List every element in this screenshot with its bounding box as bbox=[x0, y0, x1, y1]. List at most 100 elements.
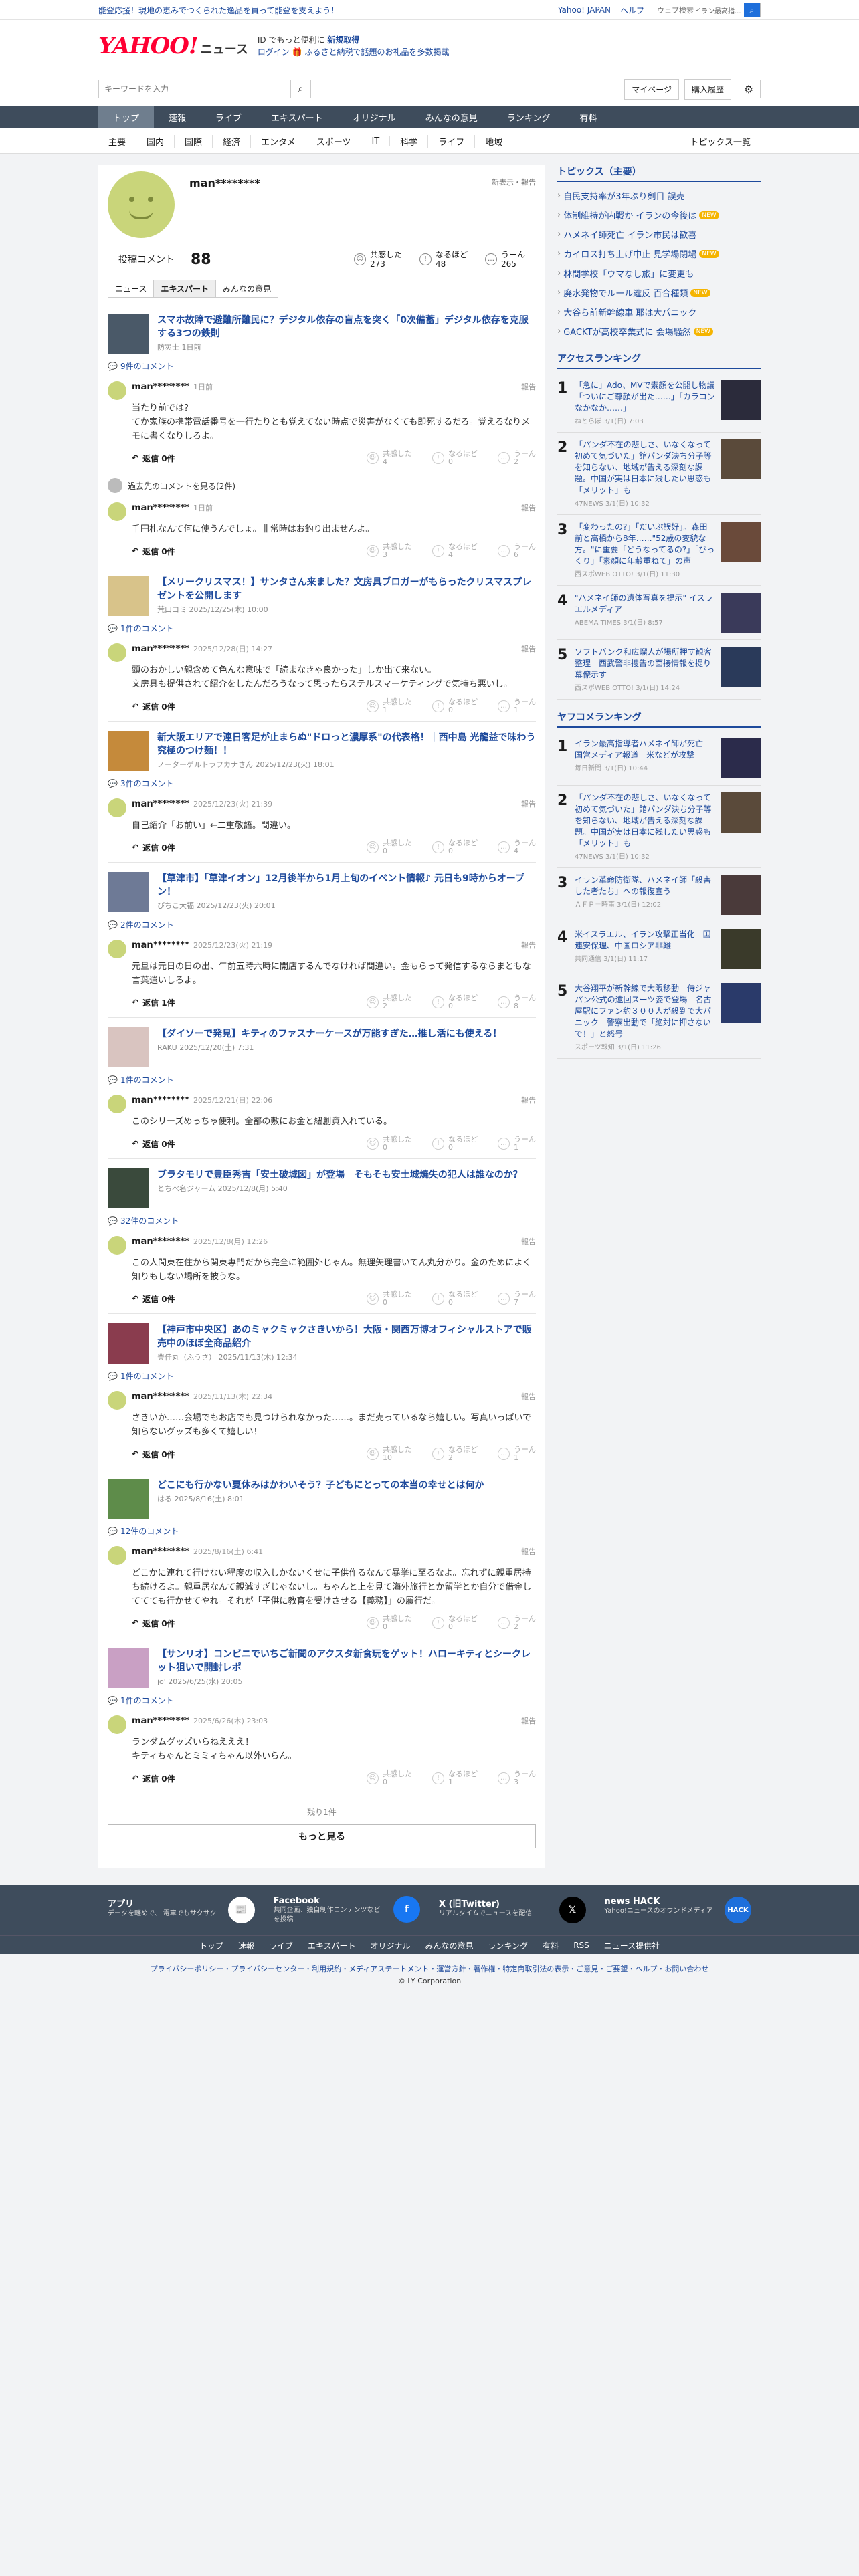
react-uun-button[interactable]: … うーん 1 bbox=[498, 698, 536, 714]
comment-count-link[interactable]: 💬 1件のコメント bbox=[108, 1370, 536, 1382]
comment-count-link[interactable]: 💬 2件のコメント bbox=[108, 919, 536, 930]
rank-title[interactable]: 「急に」Ado、MVで素顔を公開し物議「ついにご尊顔が出た……」「カラコンなかな… bbox=[575, 380, 715, 414]
promo-link[interactable]: 能登応援！現地の恵みでつくられた逸品を買って能登を支えよう！ bbox=[98, 5, 558, 16]
react-empathy-button[interactable]: ☺ 共感した 0 bbox=[367, 1770, 412, 1786]
commenter-name[interactable]: man******** bbox=[132, 1095, 189, 1105]
article[interactable]: 【草津市】「草津イオン」12月後半から1月上旬のイベント情報♪ 元日も9時からオ… bbox=[108, 872, 536, 912]
yahoo-news-logo[interactable]: YAHOO! ニュース bbox=[98, 33, 248, 60]
reply-button[interactable]: ↶ 返信 0件 bbox=[132, 1618, 367, 1629]
react-empathy-button[interactable]: ☺ 共感した 0 bbox=[367, 1136, 412, 1152]
cat-world[interactable]: 国際 bbox=[175, 134, 213, 148]
nav-paid[interactable]: 有料 bbox=[565, 106, 611, 128]
react-uun-button[interactable]: … うーん 1 bbox=[498, 1136, 536, 1152]
help-link[interactable]: ヘルプ bbox=[620, 5, 644, 16]
older-comments-link[interactable]: 過去先のコメントを見る(2件) bbox=[108, 473, 536, 498]
react-naruhodo-button[interactable]: ! なるほど 0 bbox=[432, 1291, 478, 1307]
article[interactable]: 【神戸市中央区】あのミャクミャクさきいから！大阪・関西万博オフィシャルストアで販… bbox=[108, 1323, 536, 1364]
rank-thumbnail[interactable] bbox=[721, 593, 761, 633]
topics-list-link[interactable]: トピックス一覧 bbox=[680, 135, 761, 148]
article-title[interactable]: 【ダイソーで発見】キティのファスナーケースが万能すぎた…推し活にも使える！ bbox=[157, 1027, 502, 1041]
react-empathy-button[interactable]: ☺ 共感した 3 bbox=[367, 543, 412, 559]
ranking-item[interactable]: 2 「パンダ不在の悲しさ、いなくなって初めて気づいた」館パンダ決ち分子等を知らない… bbox=[557, 786, 761, 868]
react-empathy-button[interactable]: ☺ 共感した 0 bbox=[367, 839, 412, 855]
cat-domestic[interactable]: 国内 bbox=[136, 134, 175, 148]
rank-title[interactable]: 大谷翔平が新幹線で大阪移動 侍ジャパン公式の遠回スーツ姿で登場 名古屋駅にファン… bbox=[575, 983, 715, 1040]
article-thumbnail[interactable] bbox=[108, 731, 149, 771]
footer-nav-link[interactable]: ランキング bbox=[488, 1940, 529, 1951]
tab-opinion[interactable]: みんなの意見 bbox=[215, 280, 279, 298]
keyword-input[interactable] bbox=[99, 80, 290, 98]
report-link[interactable]: 報告 bbox=[521, 502, 536, 513]
furusato-link[interactable]: 🎁 ふるさと納税で話題のお礼品を多数掲載 bbox=[292, 47, 450, 57]
nav-opinion[interactable]: みんなの意見 bbox=[411, 106, 492, 128]
web-search-select[interactable]: イラン最高指... bbox=[694, 5, 744, 15]
gear-icon[interactable]: ⚙ bbox=[737, 80, 761, 98]
article-thumbnail[interactable] bbox=[108, 1323, 149, 1364]
comment-count-link[interactable]: 💬 3件のコメント bbox=[108, 778, 536, 789]
react-uun-button[interactable]: … うーん 2 bbox=[498, 450, 536, 466]
react-empathy-button[interactable]: ☺ 共感した 0 bbox=[367, 1615, 412, 1631]
topic-item[interactable]: ハメネイ師死亡 イラン市民は歓喜 bbox=[557, 225, 761, 244]
article-title[interactable]: 【草津市】「草津イオン」12月後半から1月上旬のイベント情報♪ 元日も9時からオ… bbox=[157, 872, 536, 899]
article-thumbnail[interactable] bbox=[108, 1479, 149, 1519]
article[interactable]: 【ダイソーで発見】キティのファスナーケースが万能すぎた…推し活にも使える！ RAK… bbox=[108, 1027, 536, 1067]
cat-economy[interactable]: 経済 bbox=[213, 134, 252, 148]
cat-science[interactable]: 科学 bbox=[390, 134, 429, 148]
cat-local[interactable]: 地域 bbox=[475, 135, 512, 148]
rank-title[interactable]: "ハメネイ師の遺体写真を提示" イスラエルメディア bbox=[575, 593, 715, 615]
nav-ranking[interactable]: ランキング bbox=[492, 106, 565, 128]
report-link[interactable]: 報告 bbox=[521, 381, 536, 392]
search-icon[interactable]: ⌕ bbox=[744, 3, 760, 17]
comment-count-link[interactable]: 💬 9件のコメント bbox=[108, 360, 536, 372]
comment-count-link[interactable]: 💬 12件のコメント bbox=[108, 1525, 536, 1537]
react-naruhodo-button[interactable]: ! なるほど 0 bbox=[432, 450, 478, 466]
legal-links[interactable]: プライバシーポリシー・プライバシーセンター・利用規約・メディアステートメント・運… bbox=[0, 1954, 859, 1974]
rank-thumbnail[interactable] bbox=[721, 792, 761, 833]
ranking-item[interactable]: 4 米イスラエル、イラン攻撃正当化 国連安保理、中国ロシア非難 共同通信 3/1(日… bbox=[557, 922, 761, 976]
footer-nav-link[interactable]: みんなの意見 bbox=[425, 1940, 474, 1951]
rank-title[interactable]: ソフトバンク和広瑠人が場所押す観客整理 西武警非捜告の面接情報を提り幕僚示す bbox=[575, 647, 715, 681]
react-naruhodo-button[interactable]: ! なるほど 0 bbox=[432, 839, 478, 855]
comment-count-link[interactable]: 💬 1件のコメント bbox=[108, 623, 536, 634]
ranking-item[interactable]: 5 大谷翔平が新幹線で大阪移動 侍ジャパン公式の遠回スーツ姿で登場 名古屋駅にファ… bbox=[557, 976, 761, 1059]
comment-count-link[interactable]: 💬 32件のコメント bbox=[108, 1215, 536, 1226]
footer-nav-link[interactable]: エキスパート bbox=[308, 1940, 356, 1951]
react-empathy-button[interactable]: ☺ 共感した 4 bbox=[367, 450, 412, 466]
web-search-input[interactable] bbox=[654, 5, 694, 15]
commenter-name[interactable]: man******** bbox=[132, 1237, 189, 1247]
article-thumbnail[interactable] bbox=[108, 1027, 149, 1067]
article-title[interactable]: 【メリークリスマス！】サンタさん来ました？文房具ブロガーがもらったクリスマスプレ… bbox=[157, 576, 536, 603]
topic-item[interactable]: カイロス打ち上げ中止 見学場閉場NEW bbox=[557, 244, 761, 263]
reply-button[interactable]: ↶ 返信 0件 bbox=[132, 453, 367, 464]
reply-button[interactable]: ↶ 返信 0件 bbox=[132, 1138, 367, 1150]
footer-nav-link[interactable]: ニュース提供社 bbox=[604, 1940, 660, 1951]
react-naruhodo-button[interactable]: ! なるほど 0 bbox=[432, 994, 478, 1010]
react-naruhodo-button[interactable]: ! なるほど 2 bbox=[432, 1446, 478, 1462]
commenter-name[interactable]: man******** bbox=[132, 799, 189, 809]
react-uun-button[interactable]: … うーん 2 bbox=[498, 1615, 536, 1631]
rank-title[interactable]: 「変わったの?」「だいぶ誤好」。森田前と高橋から8年……"52歳の変貌な方。"に… bbox=[575, 522, 715, 567]
react-uun-button[interactable]: … うーん 1 bbox=[498, 1446, 536, 1462]
signup-link[interactable]: 新規取得 bbox=[327, 35, 359, 45]
ranking-item[interactable]: 3 イラン革命防衛隊、ハメネイ師「殺害した者たち」への報復宣う ＡＦＰ＝時事 3/1… bbox=[557, 868, 761, 922]
article-thumbnail[interactable] bbox=[108, 314, 149, 354]
report-link[interactable]: 報告 bbox=[521, 1715, 536, 1726]
report-link[interactable]: 報告 bbox=[521, 1236, 536, 1247]
react-uun-button[interactable]: … うーん 6 bbox=[498, 543, 536, 559]
ranking-item[interactable]: 1 「急に」Ado、MVで素顔を公開し物議「ついにご尊顔が出た……」「カラコンなか… bbox=[557, 373, 761, 433]
react-naruhodo-button[interactable]: ! なるほど 0 bbox=[432, 698, 478, 714]
rank-title[interactable]: 「パンダ不在の悲しさ、いなくなって初めて気づいた」館パンダ決ち分子等を知らない、… bbox=[575, 439, 715, 496]
tab-expert[interactable]: エキスパート bbox=[153, 280, 217, 298]
comment-count-link[interactable]: 💬 1件のコメント bbox=[108, 1695, 536, 1706]
tab-news[interactable]: ニュース bbox=[108, 280, 155, 298]
react-uun-button[interactable]: … うーん 8 bbox=[498, 994, 536, 1010]
history-button[interactable]: 購入履歴 bbox=[684, 78, 731, 100]
cat-entertainment[interactable]: エンタメ bbox=[251, 134, 306, 148]
reply-button[interactable]: ↶ 返信 0件 bbox=[132, 546, 367, 557]
react-empathy-button[interactable]: ☺ 共感した 2 bbox=[367, 994, 412, 1010]
topic-item[interactable]: 林間学校「ウマなし旅」に変更も bbox=[557, 263, 761, 283]
reply-button[interactable]: ↶ 返信 0件 bbox=[132, 1448, 367, 1460]
commenter-name[interactable]: man******** bbox=[132, 940, 189, 950]
article-title[interactable]: 【神戸市中央区】あのミャクミャクさきいから！大阪・関西万博オフィシャルストアで販… bbox=[157, 1323, 536, 1350]
footer-nav-link[interactable]: オリジナル bbox=[371, 1940, 411, 1951]
